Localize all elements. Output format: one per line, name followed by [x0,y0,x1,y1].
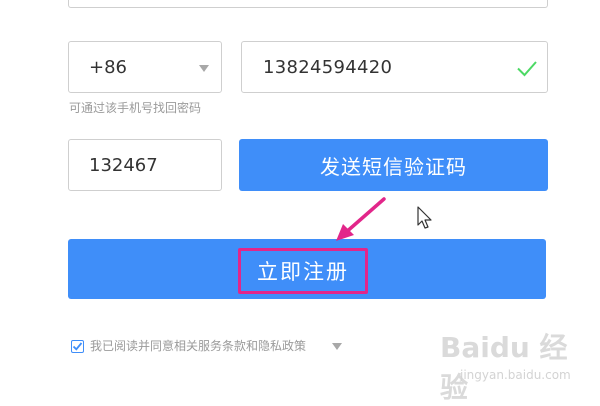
verification-code-input[interactable]: 132467 [68,139,222,191]
mouse-cursor-icon [417,206,432,229]
arrow-icon [336,197,386,241]
baidu-jingyan-watermark: Baidu 经验 jingyan.baidu.com [440,318,590,404]
watermark-brand: Baidu 经验 [440,331,568,404]
phone-hint: 可通过该手机号找回密码 [69,101,202,115]
agreement-text[interactable]: 我已阅读并同意相关服务条款和隐私政策 [90,337,306,354]
verification-code-value: 132467 [89,154,158,176]
country-code-value: +86 [89,56,127,78]
watermark-url: jingyan.baidu.com [460,368,571,382]
phone-number-input[interactable]: 13824594420 [241,41,548,93]
phone-number-value: 13824594420 [263,56,393,78]
checkbox-check-icon [72,342,83,351]
send-sms-code-button[interactable]: 发送短信验证码 [239,139,548,191]
register-button-label: 立即注册 [257,260,349,284]
previous-input-field[interactable] [68,0,548,8]
caret-down-icon [199,65,209,72]
agreement-checkbox[interactable] [71,340,84,353]
agreement-caret-down-icon[interactable] [332,343,342,350]
country-code-select[interactable]: +86 [68,41,222,93]
check-icon [517,61,537,77]
